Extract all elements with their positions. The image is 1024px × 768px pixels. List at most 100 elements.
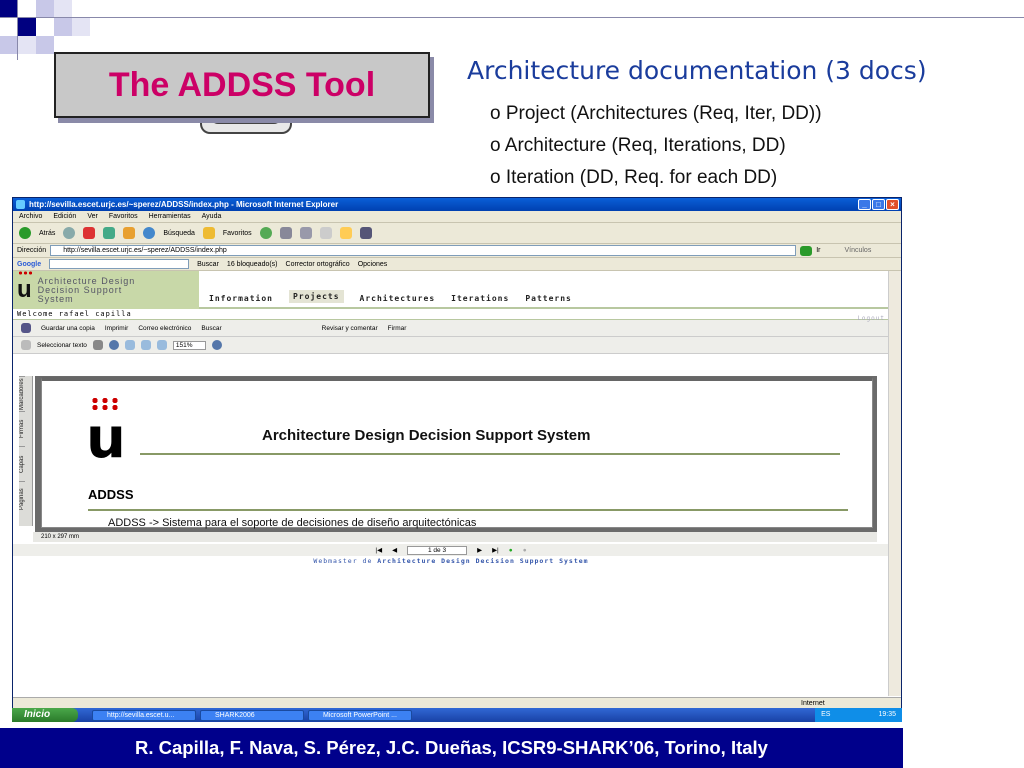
next-page-icon[interactable]: ▶ [477, 546, 482, 554]
pdf-page[interactable]: u Architecture Design Decision Support S… [41, 377, 873, 529]
forward-icon[interactable] [63, 227, 76, 239]
favorites-button[interactable]: Favoritos [223, 230, 252, 237]
pdf-section-title: ADDSS [88, 487, 134, 502]
tab-bookmarks[interactable]: Marcadores [19, 376, 25, 411]
stop-icon[interactable] [83, 227, 96, 239]
spellcheck-button[interactable]: Corrector ortográfico [286, 261, 350, 268]
decor-square [0, 36, 18, 54]
site-logo[interactable]: u Architecture Design Decision Support S… [13, 270, 199, 309]
prev-page-icon[interactable]: ◀ [392, 546, 397, 554]
search-icon[interactable] [143, 227, 156, 239]
zoom-icon[interactable] [108, 340, 119, 350]
messenger-icon[interactable] [359, 227, 372, 239]
pdf-email-button[interactable]: Correo electrónico [138, 325, 191, 332]
page-width-icon[interactable] [156, 340, 167, 350]
options-button[interactable]: Opciones [358, 261, 388, 268]
page-icon[interactable] [124, 340, 135, 350]
pdf-side-tabs: Marcadores Firmas Capas Páginas [19, 376, 33, 526]
nav-information[interactable]: Information [209, 294, 273, 303]
menu-herramientas[interactable]: Herramientas [149, 211, 191, 222]
language-indicator[interactable]: ES [821, 708, 830, 722]
slide-footer: R. Capilla, F. Nava, S. Pérez, J.C. Dueñ… [0, 728, 903, 768]
popup-blocker[interactable]: 16 bloqueado(s) [227, 261, 278, 268]
decor-square [54, 0, 72, 18]
pdf-select-text-button[interactable]: Seleccionar texto [37, 342, 87, 349]
nav-patterns[interactable]: Patterns [525, 294, 572, 303]
go-back-icon[interactable]: ● [509, 547, 513, 554]
taskbar-item-folder[interactable]: SHARK2006 [200, 709, 304, 721]
taskbar-item-browser[interactable]: http://sevilla.escet.u... [92, 709, 196, 721]
pdf-page-size: 210 x 297 mm [41, 534, 80, 540]
last-page-icon[interactable]: ▶| [492, 546, 499, 554]
nav-projects[interactable]: Projects [288, 290, 344, 303]
pdf-review-button[interactable]: Revisar y comentar [322, 325, 378, 332]
home-icon[interactable] [123, 227, 136, 239]
folder-icon[interactable] [339, 227, 352, 239]
go-forward-icon[interactable]: ● [523, 547, 527, 554]
webmaster-link[interactable]: Architecture Design Decision Support Sys… [377, 557, 588, 565]
slide-title: The ADDSS Tool [108, 66, 376, 104]
page-scrollbar[interactable] [888, 271, 901, 696]
back-button[interactable]: Atrás [39, 230, 55, 237]
go-button[interactable]: Ir [816, 247, 820, 254]
page-content: u Architecture Design Decision Support S… [13, 270, 889, 696]
mail-icon[interactable] [279, 227, 292, 239]
pdf-divider [140, 453, 840, 455]
search-button[interactable]: Búsqueda [163, 230, 195, 237]
save-icon[interactable] [21, 323, 31, 333]
first-page-icon[interactable]: |◀ [375, 546, 382, 554]
nav-architectures[interactable]: Architectures [360, 294, 436, 303]
pdf-print-button[interactable]: Imprimir [105, 325, 128, 332]
system-tray: ES 19:35 [815, 708, 902, 722]
pdf-save-button[interactable]: Guardar una copia [41, 325, 95, 332]
zoom-in-icon[interactable] [211, 340, 222, 350]
nav-iterations[interactable]: Iterations [451, 294, 509, 303]
snapshot-icon[interactable] [92, 340, 103, 350]
start-button[interactable]: Inicio [12, 708, 78, 722]
back-icon[interactable] [19, 227, 31, 239]
google-search-input[interactable] [49, 259, 190, 269]
refresh-icon[interactable] [103, 227, 116, 239]
tab-signatures[interactable]: Firmas [19, 411, 25, 446]
zoom-level-select[interactable]: 151% [172, 340, 206, 350]
decor-square [36, 36, 54, 54]
menu-ayuda[interactable]: Ayuda [202, 211, 222, 222]
decor-square [72, 18, 90, 36]
menu-edicion[interactable]: Edición [53, 211, 76, 222]
slide-heading: Architecture documentation (3 docs) [467, 56, 927, 85]
history-icon[interactable] [259, 227, 272, 239]
maximize-button[interactable]: □ [872, 199, 885, 210]
page-indicator[interactable]: 1 de 3 [407, 545, 468, 555]
clock[interactable]: 19:35 [878, 708, 896, 722]
minimize-button[interactable]: _ [858, 199, 871, 210]
decor-square [0, 0, 18, 18]
google-search-button[interactable]: Buscar [197, 261, 219, 268]
logout-link[interactable]: Logout [857, 313, 885, 324]
decor-square [18, 36, 36, 54]
menu-favoritos[interactable]: Favoritos [109, 211, 138, 222]
tab-pages[interactable]: Páginas [19, 481, 25, 516]
bullet-item: o Project (Architectures (Req, Iter, DD)… [490, 103, 822, 124]
page-fit-icon[interactable] [140, 340, 151, 350]
university-logo-large-icon: u [86, 397, 126, 467]
links-label[interactable]: Vínculos [844, 247, 871, 254]
pdf-search-button[interactable]: Buscar [201, 325, 221, 332]
window-titlebar[interactable]: http://sevilla.escet.urjc.es/~sperez/ADD… [13, 198, 901, 211]
google-logo[interactable]: Google [17, 261, 41, 268]
windows-taskbar: Inicio http://sevilla.escet.u... SHARK20… [12, 708, 902, 722]
pdf-sign-button[interactable]: Firmar [388, 325, 407, 332]
favorites-icon[interactable] [202, 227, 215, 239]
menu-ver[interactable]: Ver [87, 211, 98, 222]
edit-icon[interactable] [319, 227, 332, 239]
close-button[interactable]: × [886, 199, 899, 210]
decor-square [36, 0, 54, 18]
address-input[interactable]: http://sevilla.escet.urjc.es/~sperez/ADD… [50, 245, 797, 256]
hand-icon[interactable] [21, 340, 31, 350]
taskbar-item-powerpoint[interactable]: Microsoft PowerPoint ... [308, 709, 412, 721]
welcome-bar: Welcome rafael capilla Logout [13, 309, 889, 322]
bullet-item: o Architecture (Req, Iterations, DD) [490, 135, 786, 156]
print-icon[interactable] [299, 227, 312, 239]
tab-layers[interactable]: Capas [19, 446, 25, 481]
go-icon[interactable] [800, 245, 813, 256]
menu-archivo[interactable]: Archivo [19, 211, 42, 222]
